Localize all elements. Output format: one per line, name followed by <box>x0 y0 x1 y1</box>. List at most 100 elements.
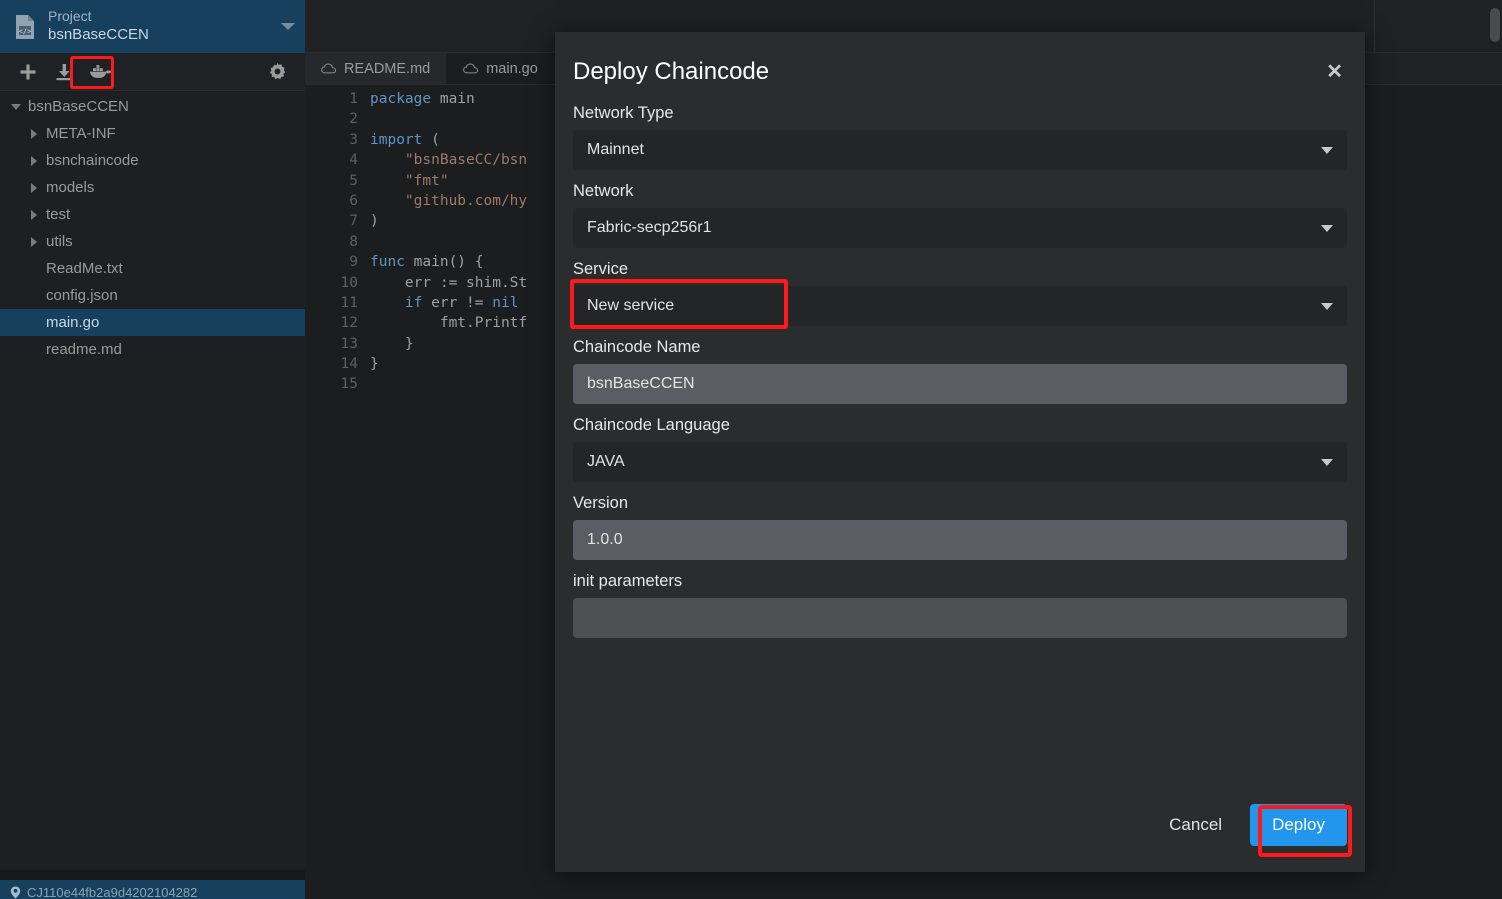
docker-whale-icon <box>88 63 112 80</box>
tree-item-config-json[interactable]: config.json <box>0 282 305 309</box>
code-line-text: } <box>370 356 379 373</box>
line-number: 12 <box>340 315 358 332</box>
input-version[interactable]: 1.0.0 <box>573 520 1347 560</box>
tree-item-label: main.go <box>46 314 100 331</box>
code-line-text: ) <box>370 213 379 230</box>
close-icon[interactable]: ✕ <box>1326 62 1343 82</box>
line-number: 4 <box>349 152 358 169</box>
line-number: 9 <box>349 254 358 271</box>
dialog-title: Deploy Chaincode <box>573 58 770 85</box>
editor-tab-readme-md[interactable]: README.md <box>305 53 448 84</box>
chevron-right-icon[interactable] <box>26 153 42 169</box>
chevron-right-icon[interactable] <box>26 207 42 223</box>
cloud-icon <box>463 63 479 74</box>
input-init-parameters[interactable] <box>573 598 1347 638</box>
chevron-down-icon[interactable] <box>1321 303 1333 310</box>
select-chaincode-language[interactable]: JAVA <box>573 442 1347 482</box>
field-init-parameters: init parameters <box>573 572 1347 638</box>
field-value-service: New service <box>587 297 675 314</box>
line-number: 2 <box>349 111 358 128</box>
field-label-chaincode-name: Chaincode Name <box>573 338 701 356</box>
status-bar[interactable]: CJ110e44fb2a9d4202104282 <box>0 880 305 899</box>
field-value-chaincode-name: bsnBaseCCEN <box>587 375 695 392</box>
code-line-text: "fmt" <box>404 172 449 189</box>
tree-item-label: test <box>46 206 71 223</box>
add-file-button[interactable] <box>10 57 46 87</box>
tree-item-models[interactable]: models <box>0 174 305 201</box>
tree-item-readme-md[interactable]: readme.md <box>0 336 305 363</box>
tree-item-label: models <box>46 179 95 196</box>
plus-icon <box>19 63 37 81</box>
code-line-text: "bsnBaseCC/bsn <box>404 152 528 169</box>
app-root: </> Project bsnBaseCCEN bsnBaseCCEN META… <box>0 0 1502 899</box>
tree-item-label: bsnBaseCCEN <box>28 98 129 115</box>
select-network[interactable]: Fabric-secp256r1 <box>573 208 1347 248</box>
chevron-down-icon[interactable] <box>1321 147 1333 154</box>
deploy-chaincode-dialog: Deploy Chaincode ✕ Network Type Mainnet Ne… <box>555 32 1365 872</box>
select-network-type[interactable]: Mainnet <box>573 130 1347 170</box>
deploy-button[interactable]: Deploy <box>1250 804 1347 846</box>
input-chaincode-name[interactable]: bsnBaseCCEN <box>573 364 1347 404</box>
file-tree: bsnBaseCCEN META-INF bsnchaincode models tes… <box>0 91 305 363</box>
field-network-type: Network Type Mainnet <box>573 104 1347 170</box>
tree-item-bsnbaseccen[interactable]: bsnBaseCCEN <box>0 93 305 120</box>
project-label: Project <box>48 8 92 25</box>
code-line-text: } <box>370 335 414 352</box>
tree-item-main-go[interactable]: main.go <box>0 309 305 336</box>
line-number: 15 <box>340 376 358 393</box>
chevron-right-icon[interactable] <box>26 126 42 142</box>
field-value-chaincode-language: JAVA <box>587 453 625 470</box>
chevron-down-icon[interactable] <box>1321 225 1333 232</box>
field-label-version: Version <box>573 494 629 512</box>
field-chaincode-name: Chaincode Name bsnBaseCCEN <box>573 338 1347 404</box>
field-chaincode-language: Chaincode Language JAVA <box>573 416 1347 482</box>
chevron-down-icon[interactable] <box>8 99 24 115</box>
tree-item-meta-inf[interactable]: META-INF <box>0 120 305 147</box>
line-number: 11 <box>340 294 358 311</box>
chevron-down-icon[interactable] <box>281 23 295 30</box>
cloud-icon <box>321 63 337 74</box>
tree-item-readme-txt[interactable]: ReadMe.txt <box>0 255 305 282</box>
line-number: 1 <box>349 91 358 107</box>
tree-item-label: config.json <box>46 287 118 304</box>
chevron-down-icon[interactable] <box>1321 459 1333 466</box>
tree-item-bsnchaincode[interactable]: bsnchaincode <box>0 147 305 174</box>
tree-item-label: ReadMe.txt <box>46 260 123 277</box>
location-pin-icon <box>10 883 21 899</box>
code-line-text: import ( <box>370 131 440 148</box>
project-header[interactable]: </> Project bsnBaseCCEN <box>0 0 305 53</box>
svg-text:</>: </> <box>19 27 32 35</box>
code-line-text: func main() { <box>370 254 484 271</box>
status-bar-text: CJ110e44fb2a9d4202104282 <box>27 885 198 899</box>
import-project-button[interactable] <box>46 57 82 87</box>
tree-item-test[interactable]: test <box>0 201 305 228</box>
line-number: 5 <box>349 172 358 189</box>
top-bar-divider <box>1374 0 1375 52</box>
dialog-header: Deploy Chaincode ✕ <box>555 32 1365 104</box>
field-label-network-type: Network Type <box>573 104 674 122</box>
settings-button[interactable] <box>259 57 295 87</box>
select-service[interactable]: New service <box>573 286 1347 326</box>
project-name: bsnBaseCCEN <box>48 25 149 43</box>
tree-item-label: bsnchaincode <box>46 152 139 169</box>
tree-item-utils[interactable]: utils <box>0 228 305 255</box>
download-icon <box>55 63 74 81</box>
line-number: 10 <box>340 274 358 291</box>
code-line-text: package main <box>370 91 475 107</box>
field-service: Service New service <box>570 260 1347 329</box>
tree-item-label: utils <box>46 233 73 250</box>
chevron-right-icon[interactable] <box>26 180 42 196</box>
editor-tab-label: main.go <box>486 60 538 77</box>
field-version: Version 1.0.0 <box>573 494 1347 560</box>
field-value-version: 1.0.0 <box>587 531 623 548</box>
sidebar-toolbar <box>0 53 305 91</box>
field-value-network-type: Mainnet <box>587 141 644 158</box>
vertical-scrollbar[interactable] <box>1490 8 1500 42</box>
cancel-button[interactable]: Cancel <box>1159 807 1232 843</box>
editor-tab-main-go[interactable]: main.go <box>447 53 555 84</box>
chevron-right-icon[interactable] <box>26 234 42 250</box>
deploy-chaincode-button[interactable] <box>82 57 118 87</box>
